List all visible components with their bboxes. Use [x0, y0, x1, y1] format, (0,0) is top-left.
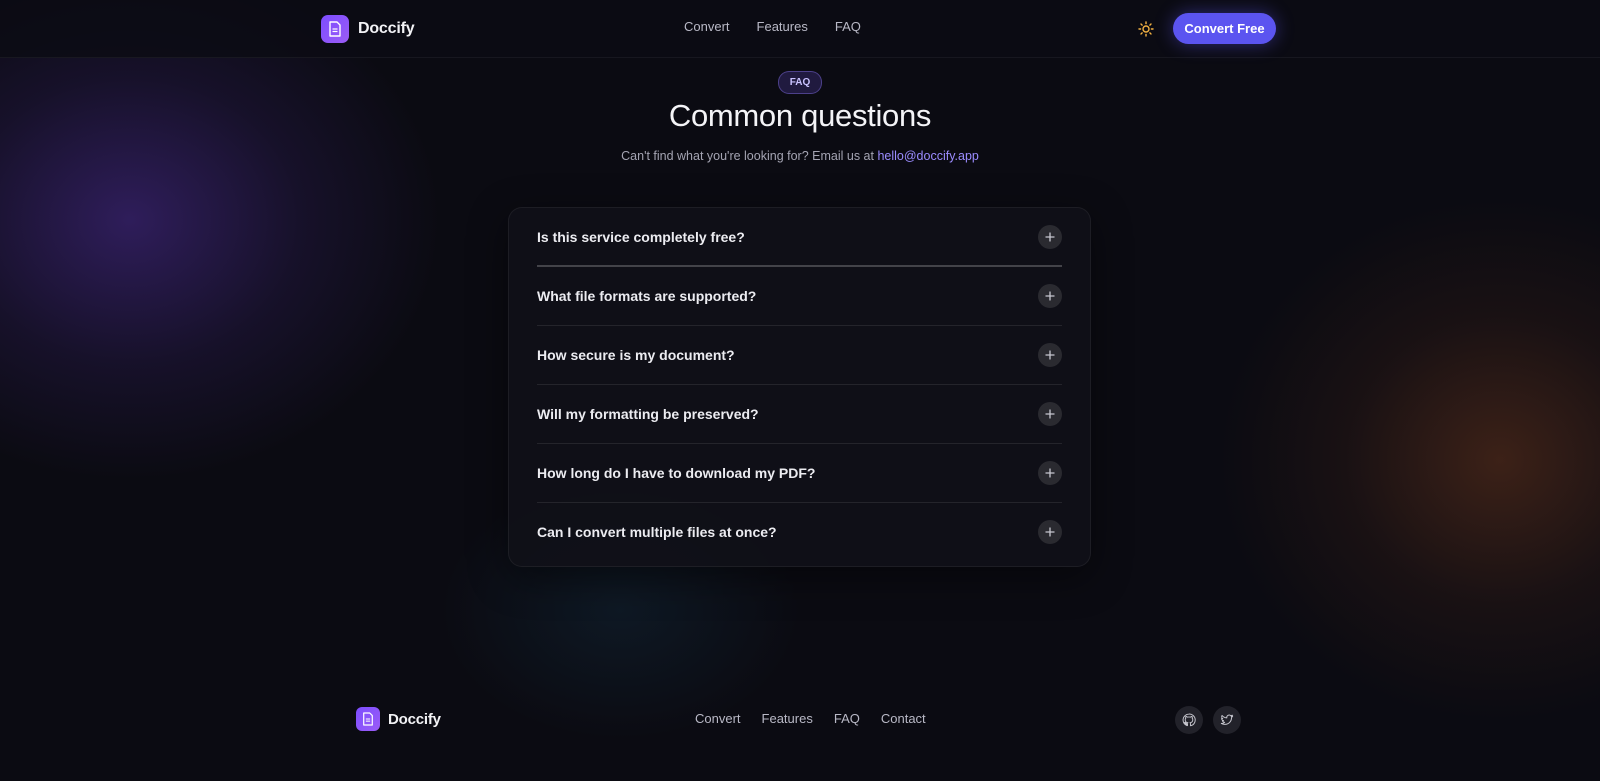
footer-brand-name: Doccify	[388, 710, 441, 728]
top-navbar: Doccify Convert Features FAQ Convert Fre…	[0, 0, 1600, 58]
faq-item[interactable]: Can I convert multiple files at once?	[537, 503, 1062, 562]
page-title: Common questions	[668, 98, 932, 133]
document-icon	[321, 15, 349, 43]
convert-free-button[interactable]: Convert Free	[1173, 13, 1276, 44]
contact-email-link[interactable]: hello@doccify.app	[877, 149, 978, 163]
page: Doccify Convert Features FAQ Convert Fre…	[0, 0, 1600, 781]
footer-link-features[interactable]: Features	[762, 711, 813, 726]
footer-link-contact[interactable]: Contact	[881, 711, 926, 726]
subtitle-text: Can't find what you're looking for? Emai…	[621, 149, 878, 163]
brand-name: Doccify	[358, 20, 415, 37]
faq-question: What file formats are supported?	[537, 288, 757, 304]
plus-icon[interactable]	[1038, 520, 1062, 544]
faq-question: How secure is my document?	[537, 347, 735, 363]
faq-question: Can I convert multiple files at once?	[537, 524, 777, 540]
twitter-button[interactable]	[1213, 706, 1241, 734]
background-glow-orange	[1220, 200, 1600, 720]
footer-link-convert[interactable]: Convert	[695, 711, 741, 726]
background-glow-purple	[0, 0, 440, 480]
faq-item[interactable]: How secure is my document?	[537, 326, 1062, 385]
nav-link-faq[interactable]: FAQ	[835, 19, 861, 34]
nav-link-convert[interactable]: Convert	[684, 19, 730, 34]
faq-item[interactable]: Will my formatting be preserved?	[537, 385, 1062, 444]
plus-icon[interactable]	[1038, 461, 1062, 485]
faq-badge: FAQ	[778, 71, 822, 94]
brand-logo-link[interactable]: Doccify	[321, 15, 415, 43]
theme-toggle-button[interactable]	[1136, 19, 1156, 39]
faq-item[interactable]: What file formats are supported?	[537, 267, 1062, 326]
nav-link-features[interactable]: Features	[757, 19, 808, 34]
github-button[interactable]	[1175, 706, 1203, 734]
faq-question: How long do I have to download my PDF?	[537, 465, 816, 481]
github-icon	[1182, 713, 1196, 727]
main-nav: Convert Features FAQ	[684, 19, 861, 34]
plus-icon[interactable]	[1038, 225, 1062, 249]
faq-item[interactable]: How long do I have to download my PDF?	[537, 444, 1062, 503]
footer-nav: Convert Features FAQ Contact	[695, 711, 926, 726]
faq-question: Is this service completely free?	[537, 229, 745, 245]
page-subtitle: Can't find what you're looking for? Emai…	[0, 149, 1600, 163]
faq-accordion: Is this service completely free? What fi…	[508, 207, 1091, 567]
faq-item[interactable]: Is this service completely free?	[537, 208, 1062, 267]
faq-question: Will my formatting be preserved?	[537, 406, 759, 422]
plus-icon[interactable]	[1038, 343, 1062, 367]
sun-icon	[1138, 21, 1154, 37]
document-icon	[356, 707, 380, 731]
plus-icon[interactable]	[1038, 402, 1062, 426]
twitter-icon	[1220, 714, 1234, 725]
plus-icon[interactable]	[1038, 284, 1062, 308]
footer-brand-link[interactable]: Doccify	[356, 707, 441, 731]
footer-link-faq[interactable]: FAQ	[834, 711, 860, 726]
